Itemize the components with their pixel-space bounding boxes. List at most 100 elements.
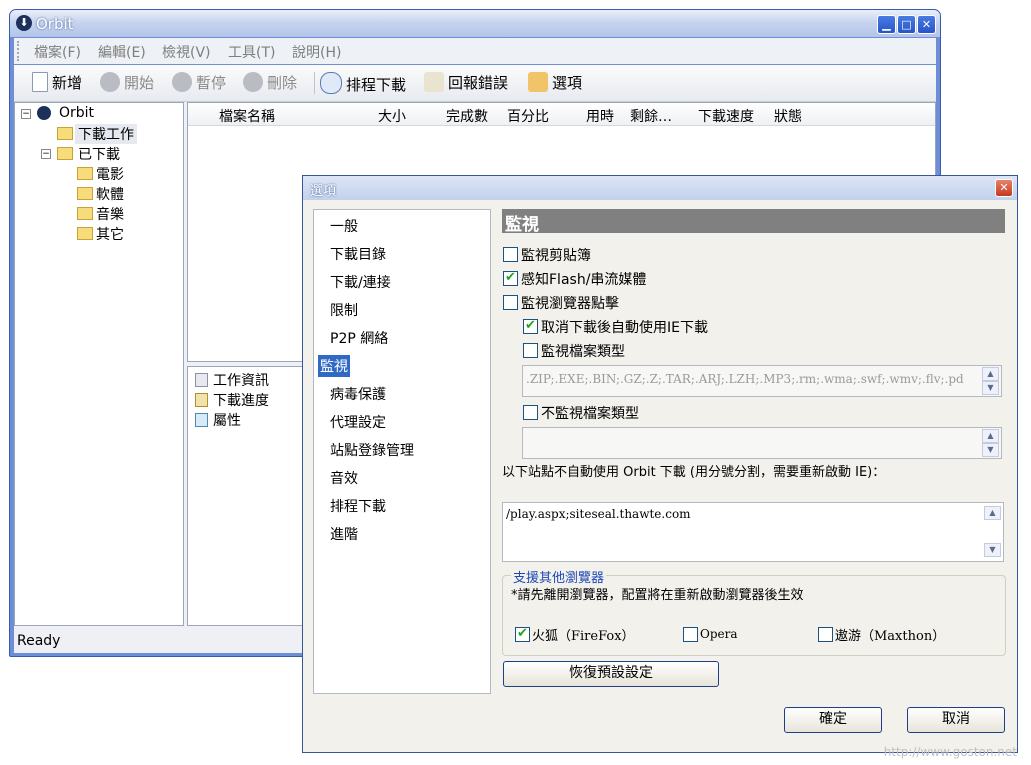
cancel-ie-checkbox[interactable]: ✔ [523,319,538,334]
nav-p2p[interactable]: P2P 網絡 [330,328,388,348]
opera-label: Opera [700,627,738,641]
ok-button[interactable]: 確定 [784,707,882,733]
schedule-label: 排程下載 [346,76,407,94]
sites-textarea[interactable]: /play.aspx;siteseal.thawte.com ▲ ▼ [502,502,1004,562]
folder-icon [77,207,93,220]
column-status[interactable]: 狀態 [774,106,802,126]
close-button[interactable]: ✕ [917,15,936,34]
column-completed[interactable]: 完成數 [446,106,488,126]
scroll-down-icon[interactable]: ▼ [982,443,999,457]
menu-help[interactable]: 說明(H) [292,42,341,62]
restore-defaults-button[interactable]: 恢復預設設定 [503,661,719,687]
folder-icon [77,187,93,200]
scroll-down-icon[interactable]: ▼ [982,381,999,395]
play-icon [100,72,120,92]
report-label: 回報錯誤 [448,74,509,92]
nav-site-login[interactable]: 站點登錄管理 [330,440,414,460]
column-size[interactable]: 大小 [378,106,406,126]
browsers-note: *請先離開瀏覽器，配置將在重新啟動瀏覽器後生效 [511,588,804,603]
nav-general[interactable]: 一般 [330,216,358,236]
maxthon-checkbox[interactable] [818,627,833,642]
main-window-title: Orbit [36,15,74,33]
column-percent[interactable]: 百分比 [507,106,549,126]
column-elapsed[interactable]: 用時 [586,106,614,126]
tree-expand-icon[interactable]: − [41,149,51,159]
info-tab-properties[interactable]: 屬性 [213,410,241,430]
opera-checkbox[interactable] [683,627,698,642]
scroll-up-icon[interactable]: ▲ [984,506,1001,520]
pause-label: 暫停 [196,74,227,92]
report-button[interactable]: 回報錯誤 [424,72,508,93]
nav-download-connection[interactable]: 下載/連接 [330,272,391,292]
firefox-label: 火狐（FireFox） [532,629,635,644]
clipboard-checkbox[interactable] [503,247,518,262]
options-label: 選項 [552,74,583,92]
column-filename[interactable]: 檔案名稱 [219,106,275,126]
tree-item-downloaded[interactable]: 已下載 [78,144,120,164]
maximize-button[interactable]: □ [897,15,916,34]
tree-root[interactable]: Orbit [59,105,94,121]
new-button[interactable]: 新增 [32,72,82,93]
section-title: 監視 [505,215,539,235]
start-label: 開始 [124,74,155,92]
pause-button[interactable]: 暫停 [172,72,226,93]
nav-limits[interactable]: 限制 [330,300,358,320]
scroll-up-icon[interactable]: ▲ [982,429,999,443]
flash-checkbox[interactable]: ✔ [503,271,518,286]
filetypes-input[interactable]: .ZIP;.EXE;.BIN;.GZ;.Z;.TAR;.ARJ;.LZH;.MP… [522,365,1002,397]
scroll-down-icon[interactable]: ▼ [984,543,1001,557]
menu-view[interactable]: 檢視(V) [162,42,211,62]
nav-monitor[interactable]: 監視 [318,355,350,377]
clock-icon [320,72,342,94]
new-label: 新增 [52,74,83,92]
status-text: Ready [17,633,61,649]
filetypes-checkbox[interactable] [523,343,538,358]
firefox-checkbox[interactable]: ✔ [515,627,530,642]
options-dialog: 選項 ✕ 一般 下載目錄 下載/連接 限制 P2P 網絡 監視 病毒保護 代理設… [302,175,1018,753]
menu-tools[interactable]: 工具(T) [228,42,275,62]
delete-label: 刪除 [267,74,298,92]
tree-item-downloading[interactable]: 下載工作 [75,124,137,144]
minimize-button[interactable]: ▁ [877,15,896,34]
info-tab-task[interactable]: 工作資訊 [213,370,269,390]
nav-schedule[interactable]: 排程下載 [330,496,386,516]
scroll-up-icon[interactable]: ▲ [982,367,999,381]
menu-edit[interactable]: 編輯(E) [98,42,146,62]
schedule-button[interactable]: 排程下載 [320,72,406,95]
folder-open-icon [57,147,73,160]
options-button[interactable]: 選項 [528,72,582,93]
properties-icon [195,413,208,427]
column-speed[interactable]: 下載速度 [698,106,754,126]
nav-download-folder[interactable]: 下載目錄 [330,244,386,264]
tree-collapse-icon[interactable]: − [21,109,31,119]
no-filetypes-input[interactable]: ▲ ▼ [522,427,1002,459]
tree-item-movies[interactable]: 電影 [96,164,124,184]
delete-icon [243,72,263,92]
tools-icon [528,72,548,92]
nav-advanced[interactable]: 進階 [330,524,358,544]
new-file-icon [32,72,48,92]
no-filetypes-checkbox[interactable] [523,405,538,420]
nav-antivirus[interactable]: 病毒保護 [330,384,386,404]
sites-value: /play.aspx;siteseal.thawte.com [506,507,691,521]
column-remaining[interactable]: 剩餘… [630,106,672,126]
menu-file[interactable]: 檔案(F) [34,42,81,62]
tree-item-other[interactable]: 其它 [96,224,124,244]
browser-click-checkbox[interactable] [503,295,518,310]
delete-button[interactable]: 刪除 [243,72,297,93]
cancel-button[interactable]: 取消 [907,707,1005,733]
flash-label: 感知Flash/串流媒體 [521,272,647,288]
start-button[interactable]: 開始 [100,72,154,93]
tree-item-music[interactable]: 音樂 [96,204,124,224]
main-titlebar[interactable]: ⬇ Orbit ▁ □ ✕ [10,10,940,37]
info-tab-progress[interactable]: 下載進度 [213,390,269,410]
options-nav-list: 一般 下載目錄 下載/連接 限制 P2P 網絡 監視 病毒保護 代理設定 站點登… [313,209,491,694]
browser-click-label: 監視瀏覽器點擊 [521,296,619,312]
pause-icon [172,72,192,92]
folder-icon [77,227,93,240]
nav-sound[interactable]: 音效 [330,468,358,488]
dialog-titlebar[interactable]: 選項 ✕ [303,176,1017,200]
tree-item-software[interactable]: 軟體 [96,184,124,204]
nav-proxy[interactable]: 代理設定 [330,412,386,432]
dialog-close-button[interactable]: ✕ [995,179,1013,197]
